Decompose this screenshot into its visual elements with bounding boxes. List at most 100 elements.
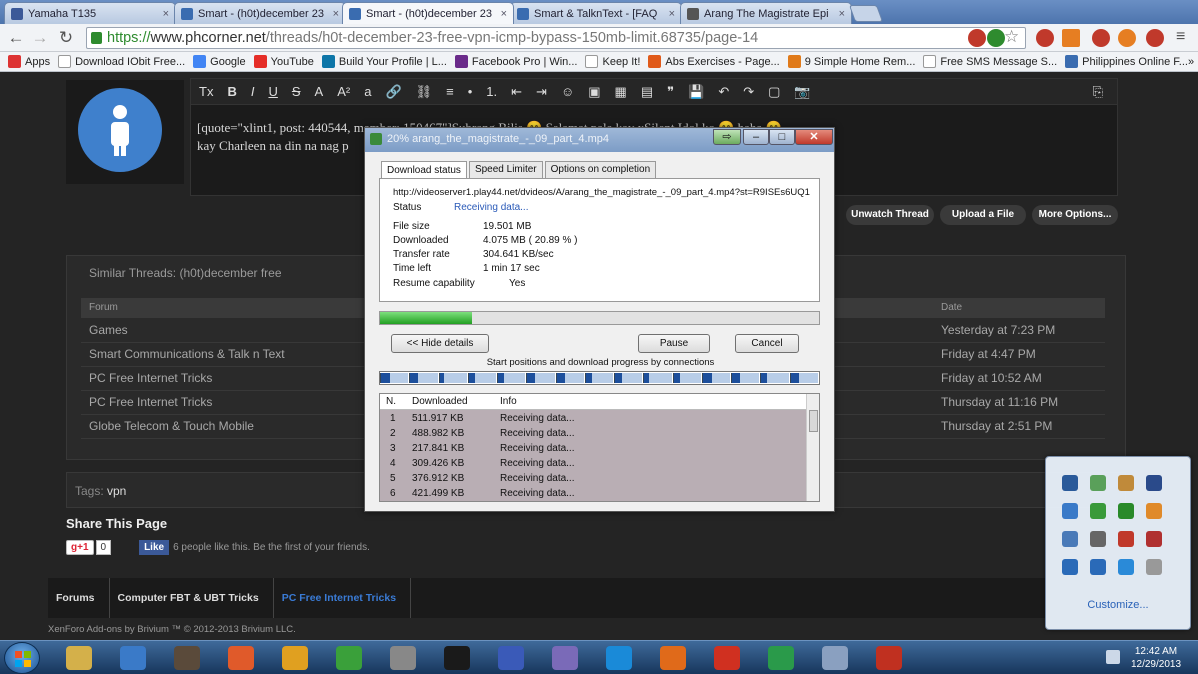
taskbar-app-button[interactable] [756,643,806,673]
clock[interactable]: 12:42 AM 12/29/2013 [1128,645,1184,671]
link-button[interactable]: 🔗 [385,84,401,100]
customize-link[interactable]: Customize... [1046,599,1190,611]
tray-app-icon[interactable] [1146,559,1162,575]
arrow-icon[interactable]: ⇨ [713,129,741,145]
smilie-button[interactable]: ☺ [561,84,574,99]
indent-button[interactable]: ⇥ [536,84,547,100]
bookmark-item[interactable]: YouTube [253,55,314,68]
list-scrollbar[interactable] [806,394,819,501]
tray-app-icon[interactable] [1062,475,1078,491]
new-tab-button[interactable] [848,5,884,22]
taskbar-app-button[interactable] [216,643,266,673]
bookmark-item[interactable]: Philippines Online F... [1065,55,1188,68]
more-options-button[interactable]: More Options... [1032,205,1118,225]
more-bookmarks-button[interactable]: » [1188,56,1194,68]
tray-app-icon[interactable] [1090,475,1106,491]
bookmark-item[interactable]: Abs Exercises - Page... [648,55,780,68]
extension-icon[interactable] [1092,29,1110,47]
bookmark-item[interactable]: 9 Simple Home Rem... [787,55,915,68]
tray-app-icon[interactable] [1146,475,1162,491]
back-button[interactable]: ← [6,28,26,48]
save-draft-button[interactable]: 💾 [688,84,704,100]
remove-format-button[interactable]: Tx [199,84,213,99]
font-family-button[interactable]: a [364,84,371,99]
outdent-button[interactable]: ⇤ [511,84,522,100]
toggle-bbcode-button[interactable]: ⎘ [1093,84,1103,100]
taskbar-app-button[interactable] [270,643,320,673]
bookmark-item[interactable]: Apps [8,55,50,68]
undo-button[interactable]: ↶ [718,84,729,100]
tab-download-status[interactable]: Download status [381,161,467,178]
maximize-button[interactable]: □ [769,129,795,145]
tab-speed-limiter[interactable]: Speed Limiter [468,161,543,178]
number-list-button[interactable]: 1. [486,84,497,99]
browser-tab[interactable]: Smart - (h0t)december 23 × [174,2,346,24]
extension-icon[interactable] [1036,29,1054,47]
close-tab-icon[interactable]: × [333,8,339,20]
bookmark-item[interactable]: Google [193,55,246,68]
bookmark-star-icon[interactable]: ☆ [1004,27,1019,47]
preview-button[interactable]: ▢ [768,84,780,100]
extension-icon[interactable] [987,29,1005,47]
taskbar-app-button[interactable] [864,643,914,673]
connections-list[interactable]: N. Downloaded Info 1 511.917 KB Receiving … [379,393,820,502]
adblock-icon[interactable] [1146,29,1164,47]
connection-row[interactable]: 6 421.499 KB Receiving data... [380,487,806,501]
connection-row[interactable]: 4 309.426 KB Receiving data... [380,457,806,472]
extension-icon[interactable] [968,29,986,47]
browser-tab[interactable]: Arang The Magistrate Epi × [680,2,852,24]
taskbar-app-button[interactable] [432,643,482,673]
close-tab-icon[interactable]: × [839,8,845,20]
code-button[interactable]: ▤ [641,84,653,100]
close-button[interactable]: ✕ [795,129,833,145]
start-button[interactable] [4,642,40,674]
taskbar-app-button[interactable] [594,643,644,673]
tray-app-icon[interactable] [1062,503,1078,519]
tray-app-icon[interactable] [1118,503,1134,519]
menu-icon[interactable]: ≡ [1176,28,1185,46]
tray-app-icon[interactable] [1146,503,1162,519]
action-center-icon[interactable] [1106,650,1120,664]
tray-app-icon[interactable] [1062,531,1078,547]
forward-button[interactable]: → [30,28,50,48]
connection-row[interactable]: 5 376.912 KB Receiving data... [380,472,806,487]
browser-tab[interactable]: Smart & TalknText - [FAQ × [510,2,682,24]
pause-button[interactable]: Pause [638,334,710,353]
unlink-button[interactable]: ⛓ [416,84,433,100]
extension-icon[interactable] [1118,29,1136,47]
close-tab-icon[interactable]: × [669,8,675,20]
close-tab-icon[interactable]: × [163,8,169,20]
font-size-button[interactable]: A² [337,84,350,99]
tag-link[interactable]: vpn [107,484,126,498]
taskbar-app-button[interactable] [54,643,104,673]
tab-options-completion[interactable]: Options on completion [544,161,657,178]
dialog-titlebar[interactable]: 20% arang_the_magistrate_-_09_part_4.mp4… [365,128,834,152]
bookmark-item[interactable]: Keep It! [585,55,640,68]
connection-row[interactable]: 1 511.917 KB Receiving data... [380,412,806,427]
unwatch-thread-button[interactable]: Unwatch Thread [846,205,934,225]
hide-details-button[interactable]: << Hide details [391,334,489,353]
media-button[interactable]: ▦ [615,84,627,100]
minimize-button[interactable]: – [743,129,769,145]
address-bar[interactable]: https://www.phcorner.net/threads/h0t-dec… [86,27,1026,49]
upload-file-button[interactable]: Upload a File [940,205,1026,225]
strikethrough-button[interactable]: S [292,84,301,99]
breadcrumb-category[interactable]: Computer FBT & UBT Tricks [110,578,274,618]
taskbar-app-button[interactable] [540,643,590,673]
taskbar-app-button[interactable] [702,643,752,673]
image-button[interactable]: ▣ [588,84,600,100]
tray-app-icon[interactable] [1118,475,1134,491]
tray-app-icon[interactable] [1090,559,1106,575]
browser-tab-active[interactable]: Smart - (h0t)december 23 × [342,2,514,24]
cancel-button[interactable]: Cancel [735,334,799,353]
connection-row[interactable]: 3 217.841 KB Receiving data... [380,442,806,457]
browser-tab[interactable]: Yamaha T135 × [4,2,176,24]
tray-app-icon[interactable] [1118,531,1134,547]
bullet-list-button[interactable]: • [468,84,473,99]
breadcrumb-forums[interactable]: Forums [48,578,110,618]
breadcrumb-current[interactable]: PC Free Internet Tricks [274,578,412,618]
tray-app-icon[interactable] [1090,531,1106,547]
quote-button[interactable]: ❞ [667,84,674,100]
taskbar-app-button[interactable] [486,643,536,673]
close-tab-icon[interactable]: × [501,8,507,20]
